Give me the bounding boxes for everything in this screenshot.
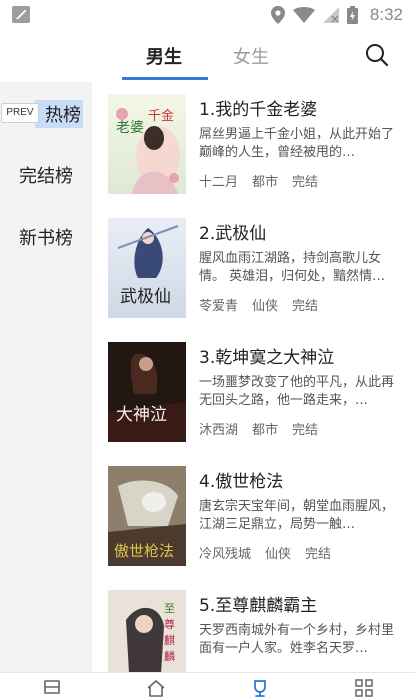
- book-title: 3.乾坤寞之大神泣: [199, 348, 335, 368]
- svg-text:武极仙: 武极仙: [120, 287, 171, 307]
- status-time: 8:32: [369, 5, 403, 24]
- book-status: 完结: [292, 423, 319, 438]
- book-description: 屌丝男逼上千金小姐，从此开始了巅峰的人生，曾经被甩的…: [199, 127, 395, 160]
- book-author: 苓爱青: [199, 299, 239, 314]
- book-meta: 苓爱青 仙侠 完结: [199, 295, 332, 314]
- book-description: 腥风血雨江湖路，持剑高歌儿女情。 英雄泪，归何处，黯然情…: [199, 251, 386, 284]
- book-category: 仙侠: [252, 299, 279, 314]
- svg-text:傲世枪法: 傲世枪法: [114, 542, 174, 560]
- cover-title-text: 老婆: [116, 120, 144, 136]
- book-cover: 傲世枪法: [108, 466, 186, 566]
- tab-female[interactable]: 女生: [233, 43, 269, 69]
- book-description: 一场噩梦改变了他的平凡，从此再无回头之路，他一路走来，…: [199, 375, 395, 408]
- battery-charging-icon: [346, 6, 358, 24]
- list-item[interactable]: 至 尊 麒 麟 5.至尊麒麟霸主 天罗西南城外有一个乡村，乡村里面有一户人家。姓…: [92, 578, 415, 672]
- status-bar: 8:32: [0, 0, 415, 30]
- book-category: 都市: [252, 423, 279, 438]
- notification-icon: [12, 6, 30, 23]
- svg-text:麟: 麟: [164, 649, 175, 663]
- book-meta: 冷风残城 仙侠 完结: [199, 543, 345, 562]
- bookshelf-icon[interactable]: [42, 679, 62, 697]
- tab-male[interactable]: 男生: [146, 43, 182, 69]
- status-icons: 8:32: [270, 5, 403, 25]
- book-status: 完结: [305, 547, 332, 562]
- book-title: 2.武极仙: [199, 224, 267, 244]
- svg-text:千金: 千金: [148, 108, 174, 124]
- book-list: 老婆 千金 1.我的千金老婆 屌丝男逼上千金小姐，从此开始了巅峰的人生，曾经被甩…: [92, 82, 415, 672]
- ranking-icon[interactable]: [250, 679, 270, 697]
- book-title: 5.至尊麒麟霸主: [199, 596, 318, 616]
- list-item[interactable]: 武极仙 2.武极仙 腥风血雨江湖路，持剑高歌儿女情。 英雄泪，归何处，黯然情… …: [92, 206, 415, 330]
- no-signal-icon: [322, 7, 339, 23]
- book-cover: 至 尊 麒 麟: [108, 590, 186, 672]
- list-item[interactable]: 大神泣 3.乾坤寞之大神泣 一场噩梦改变了他的平凡，从此再无回头之路，他一路走来…: [92, 330, 415, 454]
- book-title: 1.我的千金老婆: [199, 100, 318, 120]
- book-description: 唐玄宗天宝年间，朝堂血雨腥风，江湖三足鼎立，局势一触…: [199, 499, 395, 532]
- list-item[interactable]: 傲世枪法 4.傲世枪法 唐玄宗天宝年间，朝堂血雨腥风，江湖三足鼎立，局势一触… …: [92, 454, 415, 578]
- sidebar-item-completed[interactable]: 完结榜: [0, 162, 92, 188]
- svg-text:大神泣: 大神泣: [116, 405, 167, 425]
- book-cover: 老婆 千金: [108, 94, 186, 194]
- book-author: 沐西湖: [199, 423, 239, 438]
- bottom-navigation: [0, 672, 415, 699]
- svg-text:至: 至: [164, 602, 175, 615]
- prev-button[interactable]: PREV: [1, 103, 39, 123]
- sidebar-item-new[interactable]: 新书榜: [0, 224, 92, 250]
- home-icon[interactable]: [146, 679, 166, 697]
- book-category: 都市: [252, 175, 279, 190]
- list-item[interactable]: 老婆 千金 1.我的千金老婆 屌丝男逼上千金小姐，从此开始了巅峰的人生，曾经被甩…: [92, 82, 415, 206]
- book-title: 4.傲世枪法: [199, 472, 284, 492]
- svg-text:尊: 尊: [164, 617, 175, 631]
- book-status: 完结: [292, 175, 319, 190]
- svg-text:麒: 麒: [164, 633, 175, 647]
- wifi-icon: [292, 7, 315, 23]
- book-author: 冷风残城: [199, 547, 252, 562]
- book-cover: 大神泣: [108, 342, 186, 442]
- active-tab-indicator: [122, 77, 208, 80]
- location-icon: [270, 6, 285, 24]
- category-icon[interactable]: [354, 679, 374, 697]
- sidebar-item-label: 热榜: [35, 100, 83, 128]
- header: 男生 女生: [0, 30, 415, 80]
- book-meta: 十二月 都市 完结: [199, 171, 332, 190]
- ranking-sidebar: 热榜 完结榜 新书榜: [0, 82, 92, 672]
- search-icon[interactable]: [364, 42, 390, 68]
- book-meta: 沐西湖 都市 完结: [199, 419, 332, 438]
- book-status: 完结: [292, 299, 319, 314]
- book-description: 天罗西南城外有一个乡村，乡村里面有一户人家。姓李名天罗…: [199, 623, 395, 656]
- book-category: 仙侠: [265, 547, 292, 562]
- book-cover: 武极仙: [108, 218, 186, 318]
- book-author: 十二月: [199, 175, 239, 190]
